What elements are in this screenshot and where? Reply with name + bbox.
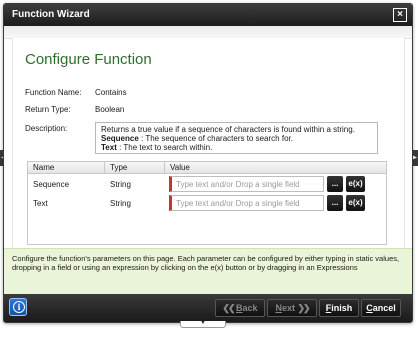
column-header-type[interactable]: Type (110, 163, 127, 172)
double-chevron-right-icon: ❯❯ (297, 303, 310, 313)
close-icon: × (397, 9, 403, 20)
function-wizard-dialog: Function Wizard × Configure Function Fun… (3, 3, 413, 323)
parameters-grid: Name Type Value Sequence String ... e(x)… (27, 161, 387, 245)
return-type-label: Return Type: (25, 105, 71, 114)
column-divider (104, 162, 105, 173)
param-type-cell: String (110, 199, 131, 208)
content-panel: Configure Function Function Name: Contai… (12, 38, 405, 248)
title-bar: Function Wizard × (4, 4, 412, 26)
param-name: Text (101, 143, 117, 152)
param-type-cell: String (110, 180, 131, 189)
back-label: ack (242, 303, 258, 313)
grid-header: Name Type Value (28, 162, 386, 174)
window-title: Function Wizard (12, 9, 90, 20)
text-value-input[interactable] (169, 195, 324, 211)
help-panel: Configure the function's parameters on t… (4, 248, 412, 295)
description-line: Returns a true value if a sequence of ch… (101, 125, 355, 134)
table-row[interactable]: Sequence String ... e(x) (28, 175, 386, 194)
description-line: Sequence : The sequence of characters to… (101, 134, 372, 143)
caret-down-icon: ▼ (200, 320, 206, 326)
table-row[interactable]: Text String ... e(x) (28, 194, 386, 213)
close-button[interactable]: × (393, 8, 407, 22)
function-name-value: Contains (95, 88, 127, 97)
back-button[interactable]: ❮❮ Back (215, 299, 265, 317)
description-label: Description: (25, 124, 68, 133)
column-header-value[interactable]: Value (170, 163, 190, 172)
param-desc: : The sequence of characters to search f… (138, 134, 293, 143)
param-name-cell: Text (33, 199, 48, 208)
finish-label: inish (331, 303, 353, 313)
column-divider (164, 162, 165, 173)
info-icon: i (13, 301, 25, 313)
footer-bar: i ❮❮ Back Next ❯❯ Finish Cancel (4, 294, 412, 322)
finish-button[interactable]: Finish (319, 299, 359, 317)
expression-button[interactable]: e(x) (346, 176, 365, 192)
bottom-expand-handle[interactable]: ▼ (180, 320, 226, 328)
page-title: Configure Function (25, 51, 152, 68)
field-picker-button[interactable]: ... (327, 176, 343, 192)
param-name-cell: Sequence (33, 180, 70, 189)
info-button[interactable]: i (9, 298, 27, 316)
param-desc: : The text to search within. (116, 143, 213, 152)
return-type-value: Boolean (95, 105, 125, 114)
description-line: Text : The text to search within. (101, 143, 372, 152)
cancel-button[interactable]: Cancel (361, 299, 401, 317)
help-text: Configure the function's parameters on t… (12, 254, 400, 272)
expression-button[interactable]: e(x) (346, 195, 365, 211)
next-label: ext (281, 303, 295, 313)
column-header-name[interactable]: Name (33, 163, 54, 172)
description-box: Returns a true value if a sequence of ch… (95, 122, 378, 154)
function-name-label: Function Name: (25, 88, 82, 97)
cancel-label: ancel (372, 303, 396, 313)
next-button[interactable]: Next ❯❯ (267, 299, 317, 317)
field-picker-button[interactable]: ... (327, 195, 343, 211)
sequence-value-input[interactable] (169, 176, 324, 192)
double-chevron-left-icon: ❮❮ (222, 303, 235, 313)
param-name: Sequence (101, 134, 139, 143)
